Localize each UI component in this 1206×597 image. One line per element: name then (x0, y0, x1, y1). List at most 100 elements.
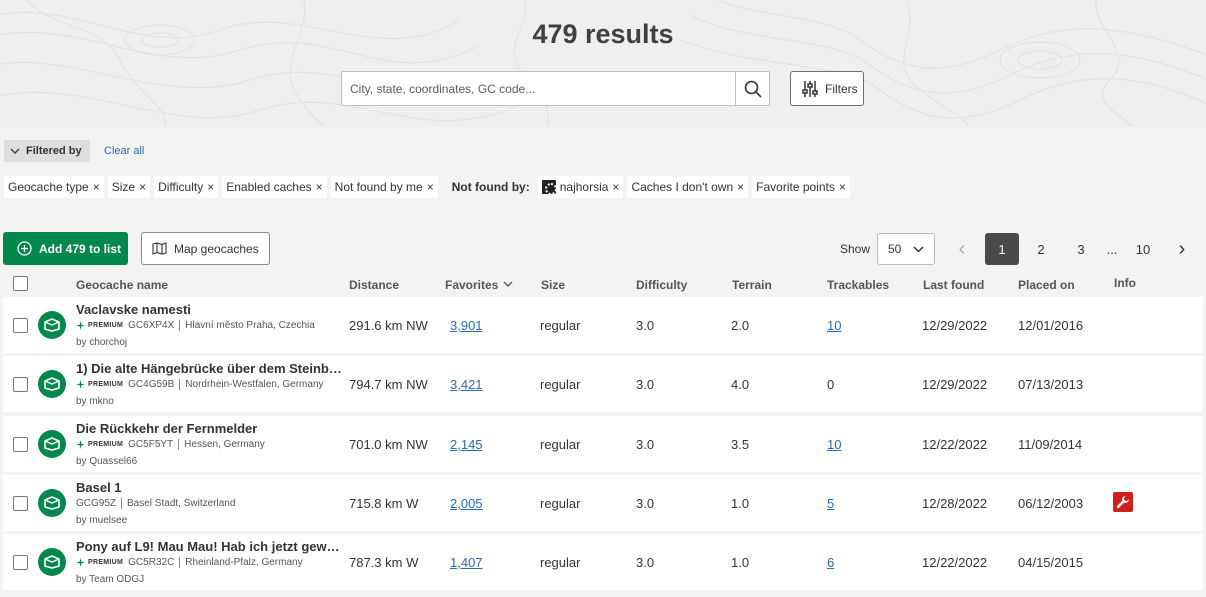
premium-label: PREMIUM (88, 441, 124, 448)
geocache-meta: PREMIUM GC4G59B Nordrhein-Westfalen, Ger… (76, 379, 324, 390)
page-2-button[interactable]: 2 (1026, 233, 1056, 265)
chip-size[interactable]: Size × (107, 176, 151, 198)
geocache-name-link[interactable]: Die Rückkehr der Fernmelder (76, 421, 257, 436)
distance-value: 701.0 km NW (349, 437, 428, 452)
close-icon[interactable]: × (139, 180, 146, 194)
favorites-link[interactable]: 2,145 (450, 437, 483, 452)
favorites-link[interactable]: 3,421 (450, 377, 483, 392)
page-10-button[interactable]: 10 (1128, 233, 1158, 265)
geocache-name-link[interactable]: Vaclavske namesti (76, 302, 191, 317)
size-value: regular (540, 437, 581, 452)
filters-button-label: Filters (825, 81, 858, 96)
page-size-select[interactable]: 50 (877, 233, 935, 265)
page-3-button[interactable]: 3 (1066, 233, 1096, 265)
divider (178, 439, 180, 450)
geocache-name-link[interactable]: Pony auf L9! Mau Mau! Hab ich jetzt gewo… (76, 539, 344, 554)
col-favorites[interactable]: Favorites (445, 278, 498, 292)
last-found-value: 12/22/2022 (922, 555, 988, 570)
geocache-location: Hlavní město Praha, Czechia (185, 320, 315, 331)
close-icon[interactable]: × (93, 180, 100, 194)
size-value: regular (540, 496, 581, 511)
close-icon[interactable]: × (316, 180, 323, 194)
row-checkbox[interactable] (13, 437, 28, 452)
traditional-cache-icon (38, 311, 66, 339)
trackables-link[interactable]: 6 (827, 555, 834, 570)
trackables-link[interactable]: 10 (827, 318, 841, 333)
trackables-link[interactable]: 10 (827, 437, 841, 452)
page-1-button[interactable]: 1 (985, 233, 1019, 265)
geocache-location: Hessen, Germany (184, 439, 265, 450)
search-input[interactable] (342, 72, 735, 105)
difficulty-value: 3.0 (636, 496, 655, 511)
wrench-icon[interactable] (1113, 492, 1133, 512)
filtered-by-label: Filtered by (26, 145, 82, 157)
col-info: Info (1114, 276, 1136, 290)
divider (179, 320, 181, 331)
add-to-list-button[interactable]: Add 479 to list (3, 232, 128, 265)
premium-star-icon (76, 321, 85, 330)
col-name[interactable]: Geocache name (76, 278, 168, 292)
chip-caches-i-dont-own[interactable]: Caches I don't own × (627, 176, 749, 198)
chip-label: Caches I don't own (631, 180, 734, 194)
geocache-code: GC6XP4X (128, 320, 175, 331)
clear-all-link[interactable]: Clear all (104, 145, 144, 157)
col-trackables[interactable]: Trackables (827, 278, 889, 292)
favorites-link[interactable]: 3,901 (450, 318, 483, 333)
traditional-cache-icon (38, 548, 66, 576)
close-icon[interactable]: × (207, 180, 214, 194)
traditional-cache-icon (38, 430, 66, 458)
prev-page-button[interactable]: ‹ (950, 233, 974, 265)
filters-button[interactable]: Filters (790, 71, 864, 106)
premium-badge: PREMIUM (76, 558, 123, 567)
sort-chevron-icon[interactable] (503, 281, 513, 288)
table-row: 1) Die alte Hängebrücke über dem Steinba… (3, 356, 1203, 412)
row-checkbox[interactable] (13, 377, 28, 392)
row-checkbox[interactable] (13, 496, 28, 511)
next-page-button[interactable]: › (1170, 233, 1194, 265)
sliders-icon (802, 80, 818, 97)
col-difficulty[interactable]: Difficulty (636, 278, 687, 292)
map-geocaches-button[interactable]: Map geocaches (141, 232, 270, 265)
select-all-checkbox[interactable] (13, 276, 28, 291)
chip-not-found-by-user[interactable]: najhorsia × (537, 176, 624, 198)
search-hero: 479 results (0, 0, 1206, 127)
chip-enabled-caches[interactable]: Enabled caches × (222, 176, 327, 198)
favorites-link[interactable]: 2,005 (450, 496, 483, 511)
terrain-value: 1.0 (731, 555, 750, 570)
col-last-found[interactable]: Last found (923, 278, 984, 292)
chip-geocache-type[interactable]: Geocache type × (4, 176, 104, 198)
close-icon[interactable]: × (612, 180, 619, 194)
results-title: 479 results (532, 19, 674, 49)
search-field[interactable] (341, 71, 736, 106)
geocache-name-link[interactable]: Basel 1 (76, 480, 122, 495)
close-icon[interactable]: × (427, 180, 434, 194)
search-button[interactable] (735, 71, 770, 106)
close-icon[interactable]: × (737, 180, 744, 194)
close-icon[interactable]: × (839, 180, 846, 194)
page-size-value: 50 (888, 242, 902, 256)
geocache-location: Nordrhein-Westfalen, Germany (185, 379, 324, 390)
row-checkbox[interactable] (13, 555, 28, 570)
trackables-link[interactable]: 5 (827, 496, 834, 511)
chip-label: Difficulty (158, 180, 204, 194)
filtered-by-toggle[interactable]: Filtered by (4, 140, 90, 162)
geocache-name-link[interactable]: 1) Die alte Hängebrücke über dem Steinba… (76, 361, 344, 376)
premium-badge: PREMIUM (76, 321, 123, 330)
difficulty-value: 3.0 (636, 437, 655, 452)
chip-not-found-by-me[interactable]: Not found by me × (330, 176, 438, 198)
map-geocaches-label: Map geocaches (174, 241, 259, 256)
favorites-link[interactable]: 1,407 (450, 555, 483, 570)
col-terrain[interactable]: Terrain (732, 278, 772, 292)
last-found-value: 12/29/2022 (922, 318, 988, 333)
traditional-cache-icon (38, 370, 66, 398)
col-size[interactable]: Size (541, 278, 565, 292)
col-distance[interactable]: Distance (349, 278, 399, 292)
chip-difficulty[interactable]: Difficulty × (154, 176, 219, 198)
chip-favorite-points[interactable]: Favorite points × (752, 176, 850, 198)
col-placed-on[interactable]: Placed on (1018, 278, 1075, 292)
trackables-count: 0 (827, 377, 835, 392)
row-checkbox[interactable] (13, 318, 28, 333)
geocache-meta: PREMIUM GC6XP4X Hlavní město Praha, Czec… (76, 320, 315, 331)
geocache-meta: PREMIUM GC5R32C Rheinland-Pfalz, Germany (76, 557, 303, 568)
table-row: Die Rückkehr der Fernmelder PREMIUM GC5F… (3, 416, 1203, 472)
